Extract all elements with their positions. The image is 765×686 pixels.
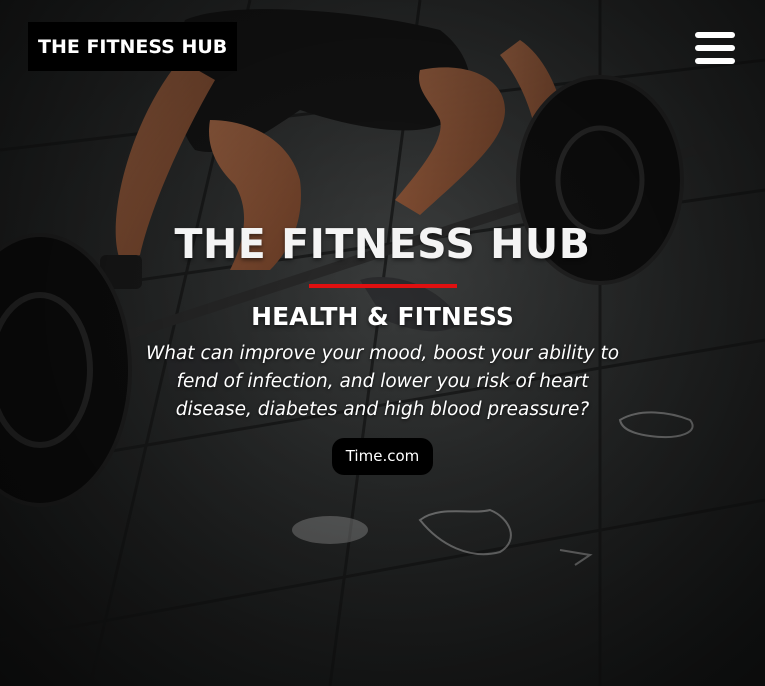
menu-bar-bottom [695, 58, 735, 64]
hero-section: THE FITNESS HUB THE FITNESS HUB HEALTH &… [0, 0, 765, 686]
hero-content: THE FITNESS HUB HEALTH & FITNESS What ca… [0, 214, 765, 475]
site-logo-text: THE FITNESS HUB [38, 35, 228, 58]
title-underline [308, 284, 457, 288]
hero-description: What can improve your mood, boost your a… [145, 343, 620, 420]
menu-bar-top [695, 32, 735, 38]
site-logo[interactable]: THE FITNESS HUB [28, 22, 238, 71]
hero-subtitle: HEALTH & FITNESS [251, 302, 514, 331]
hamburger-menu-icon[interactable] [695, 32, 737, 66]
menu-bar-middle [695, 45, 735, 51]
source-link-button[interactable]: Time.com [331, 438, 434, 475]
hero-title: THE FITNESS HUB [174, 220, 591, 268]
